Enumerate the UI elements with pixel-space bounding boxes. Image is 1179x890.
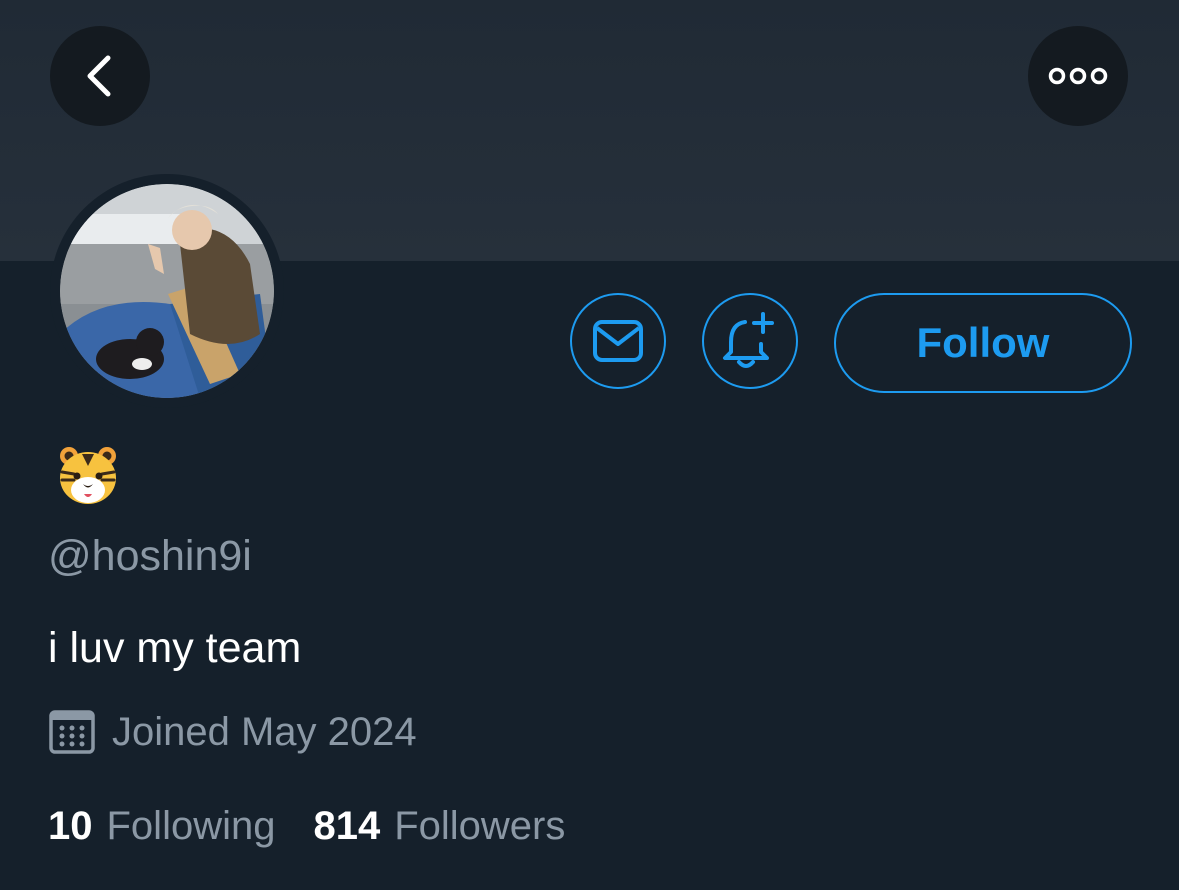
follow-button[interactable]: Follow <box>834 293 1132 393</box>
chevron-left-icon <box>87 55 111 97</box>
followers-count[interactable]: 814 <box>313 800 380 852</box>
back-button[interactable] <box>50 26 150 126</box>
joined-date-text: Joined May 2024 <box>112 710 417 754</box>
followers-label[interactable]: Followers <box>394 800 565 852</box>
more-options-button[interactable] <box>1028 26 1128 126</box>
avatar <box>60 184 274 398</box>
follow-button-label: Follow <box>916 319 1050 366</box>
calendar-icon <box>49 710 95 754</box>
more-horizontal-icon <box>1048 67 1108 85</box>
bell-plus-icon <box>723 312 774 368</box>
follow-stats: 10 Following 814 Followers <box>48 800 565 852</box>
profile-page: Follow @hoshin9i i luv my team Joined Ma… <box>0 0 1179 890</box>
profile-handle: @hoshin9i <box>48 532 252 580</box>
envelope-icon <box>593 320 643 362</box>
joined-date: Joined May 2024 <box>48 706 417 758</box>
profile-bio: i luv my team <box>48 624 302 672</box>
following-label[interactable]: Following <box>107 800 276 852</box>
message-button[interactable] <box>570 293 666 389</box>
following-count[interactable]: 10 <box>48 800 93 852</box>
notifications-button[interactable] <box>702 293 798 389</box>
avatar-frame[interactable] <box>50 174 284 408</box>
tiger-face-emoji <box>60 447 116 504</box>
